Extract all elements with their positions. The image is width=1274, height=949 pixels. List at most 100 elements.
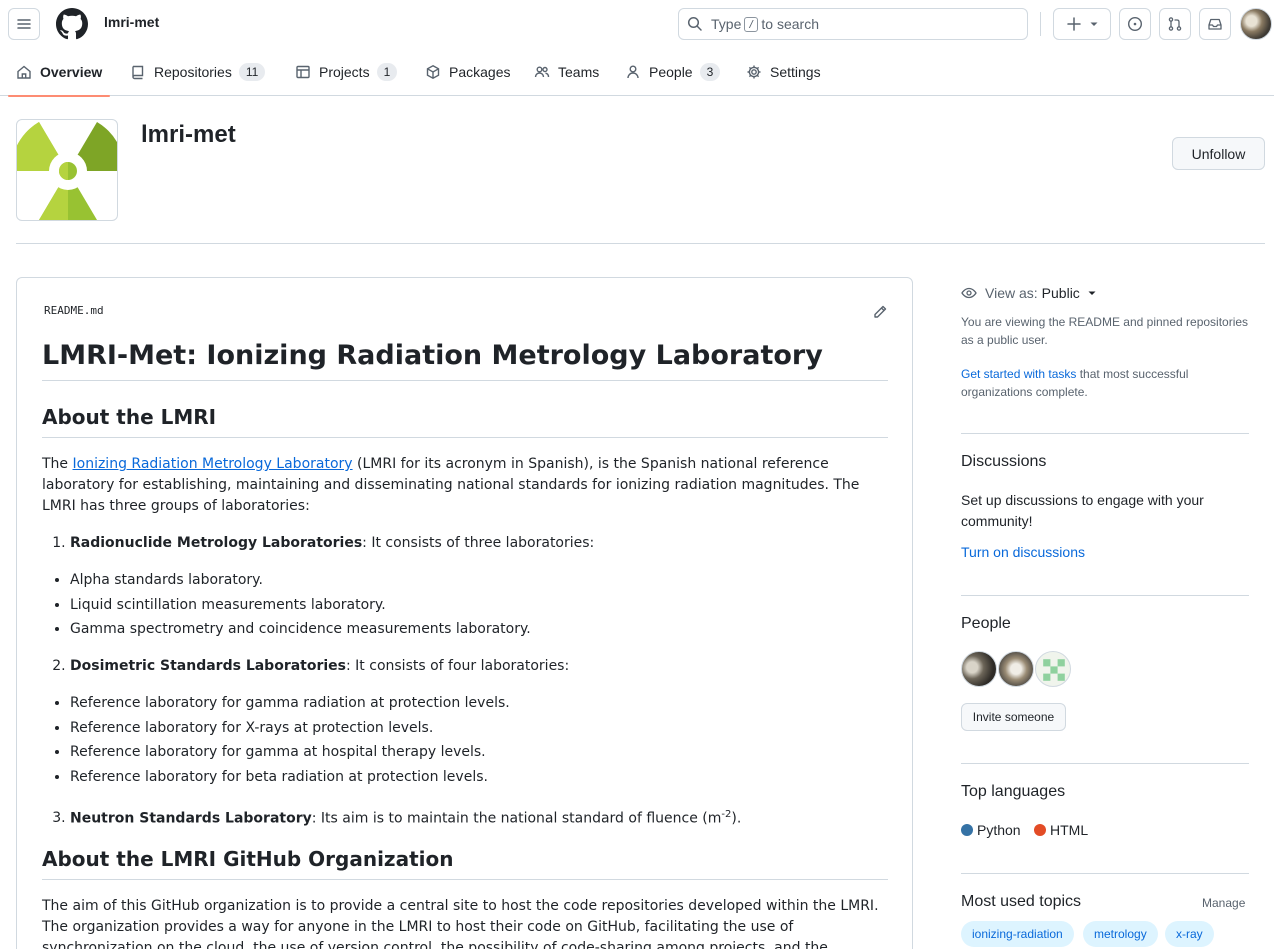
- list-item: Radionuclide Metrology Laboratories: It …: [70, 533, 888, 554]
- tasks-link[interactable]: Get started with tasks: [961, 367, 1076, 381]
- list-item: Alpha standards laboratory.: [70, 570, 888, 591]
- intro-paragraph: The Ionizing Radiation Metrology Laborat…: [42, 454, 888, 517]
- search-input[interactable]: Type / to search: [678, 8, 1028, 40]
- list-item: Gamma spectrometry and coincidence measu…: [70, 619, 888, 640]
- avatar[interactable]: [961, 651, 997, 687]
- tab-repositories[interactable]: Repositories 11: [130, 48, 266, 96]
- tab-overview[interactable]: Overview: [7, 48, 111, 97]
- home-icon: [17, 65, 31, 79]
- header-divider-line: [16, 243, 1265, 244]
- global-header: lmri-met Type / to search: [0, 0, 1274, 48]
- about-org-heading: About the LMRI GitHub Organization: [42, 845, 888, 881]
- tab-settings[interactable]: Settings: [746, 48, 821, 96]
- unfollow-button[interactable]: Unfollow: [1172, 137, 1265, 170]
- group-desc: : It consists of three laboratories:: [362, 535, 595, 551]
- pencil-icon[interactable]: [872, 304, 888, 320]
- org-title: lmri-met: [141, 121, 236, 148]
- readme-panel: README.md LMRI-Met: Ionizing Radiation M…: [16, 277, 913, 949]
- group1-labs: Alpha standards laboratory. Liquid scint…: [42, 570, 888, 640]
- language-name: HTML: [1050, 822, 1089, 838]
- language-python[interactable]: Python: [961, 822, 1021, 838]
- package-icon: [426, 65, 440, 79]
- sidebar-divider: [961, 433, 1249, 434]
- tab-people[interactable]: People 3: [625, 48, 721, 96]
- header-divider: [1040, 12, 1041, 36]
- sidebar-divider: [961, 873, 1249, 874]
- group-list-2: Dosimetric Standards Laboratories: It co…: [42, 656, 888, 677]
- gear-icon: [747, 65, 761, 79]
- avatar[interactable]: [998, 651, 1034, 687]
- group-title: Neutron Standards Laboratory: [70, 810, 312, 827]
- language-name: Python: [977, 822, 1021, 838]
- topic-tag[interactable]: x-ray: [1165, 921, 1214, 947]
- person-icon: [627, 65, 639, 79]
- invite-someone-button[interactable]: Invite someone: [961, 703, 1066, 731]
- readme-filename: README.md: [44, 304, 104, 317]
- view-note: You are viewing the README and pinned re…: [961, 315, 1249, 347]
- search-placeholder-suffix: to search: [761, 16, 819, 32]
- search-placeholder-prefix: Type: [711, 16, 742, 32]
- issue-opened-icon: [1127, 16, 1143, 32]
- github-logo-icon[interactable]: [56, 8, 88, 40]
- discussions-text: Set up discussions to engage with your c…: [961, 492, 1204, 529]
- create-new-button[interactable]: [1053, 8, 1111, 40]
- tab-people-label: People: [649, 64, 693, 80]
- exponent: -2: [721, 808, 732, 820]
- inbox-button[interactable]: [1199, 8, 1231, 40]
- view-as-selector[interactable]: View as: Public: [961, 284, 1249, 302]
- language-color-dot: [961, 824, 973, 836]
- repo-icon: [132, 65, 144, 80]
- readme-content: LMRI-Met: Ionizing Radiation Metrology L…: [42, 338, 888, 949]
- discussions-title: Discussions: [961, 453, 1047, 470]
- topic-tag[interactable]: metrology: [1083, 921, 1158, 947]
- tab-overview-label: Overview: [40, 64, 103, 80]
- sidebar-divider: [961, 595, 1249, 596]
- readme-heading: LMRI-Met: Ionizing Radiation Metrology L…: [42, 338, 888, 381]
- list-item: Reference laboratory for X-rays at prote…: [70, 718, 888, 739]
- list-item: Liquid scintillation measurements labora…: [70, 595, 888, 616]
- group-desc: : Its aim is to maintain the national st…: [311, 810, 722, 827]
- people-count: 3: [699, 63, 721, 81]
- list-item: Dosimetric Standards Laboratories: It co…: [70, 656, 888, 677]
- hamburger-icon: [17, 19, 31, 29]
- group2-labs: Reference laboratory for gamma radiation…: [42, 693, 888, 788]
- language-html[interactable]: HTML: [1034, 822, 1088, 838]
- tab-teams[interactable]: Teams: [534, 48, 599, 96]
- manage-topics-link[interactable]: Manage: [1202, 896, 1245, 910]
- search-shortcut-key: /: [744, 16, 759, 32]
- people-title: People: [961, 615, 1011, 632]
- group-title: Dosimetric Standards Laboratories: [70, 658, 347, 674]
- tab-packages[interactable]: Packages: [425, 48, 510, 96]
- view-as-label: View as:: [985, 285, 1038, 301]
- caret-down-icon: [1088, 291, 1096, 295]
- avatar[interactable]: [1035, 651, 1071, 687]
- group-list-1: Radionuclide Metrology Laboratories: It …: [42, 533, 888, 554]
- table-icon: [296, 65, 310, 79]
- hamburger-menu-button[interactable]: [8, 8, 40, 40]
- about-lmri-heading: About the LMRI: [42, 403, 888, 438]
- people-icon: [534, 66, 550, 78]
- issues-button[interactable]: [1119, 8, 1151, 40]
- group-title: Radionuclide Metrology Laboratories: [70, 535, 363, 551]
- group-desc-end: ).: [731, 810, 742, 827]
- turn-on-discussions-link[interactable]: Turn on discussions: [961, 544, 1249, 560]
- tab-packages-label: Packages: [449, 64, 511, 80]
- tab-settings-label: Settings: [770, 64, 821, 80]
- list-item: Reference laboratory for beta radiation …: [70, 767, 888, 788]
- identicon-icon: [1043, 659, 1065, 681]
- group-desc: : It consists of four laboratories:: [346, 658, 570, 674]
- org-navigation: Overview Repositories 11 Projects 1 Pack…: [0, 48, 1274, 97]
- tab-repositories-label: Repositories: [154, 64, 232, 80]
- lmri-link[interactable]: Ionizing Radiation Metrology Laboratory: [73, 456, 353, 472]
- language-color-dot: [1034, 824, 1046, 836]
- tab-projects[interactable]: Projects 1: [295, 48, 398, 96]
- inbox-icon: [1208, 18, 1222, 30]
- pull-requests-button[interactable]: [1159, 8, 1191, 40]
- view-as-value: Public: [1041, 285, 1080, 301]
- user-avatar[interactable]: [1240, 8, 1272, 40]
- tab-teams-label: Teams: [558, 64, 600, 80]
- list-item: Reference laboratory for gamma radiation…: [70, 693, 888, 714]
- list-item: Neutron Standards Laboratory: Its aim is…: [70, 804, 888, 830]
- topic-tag[interactable]: ionizing-radiation: [961, 921, 1074, 947]
- org-context-link[interactable]: lmri-met: [104, 14, 159, 30]
